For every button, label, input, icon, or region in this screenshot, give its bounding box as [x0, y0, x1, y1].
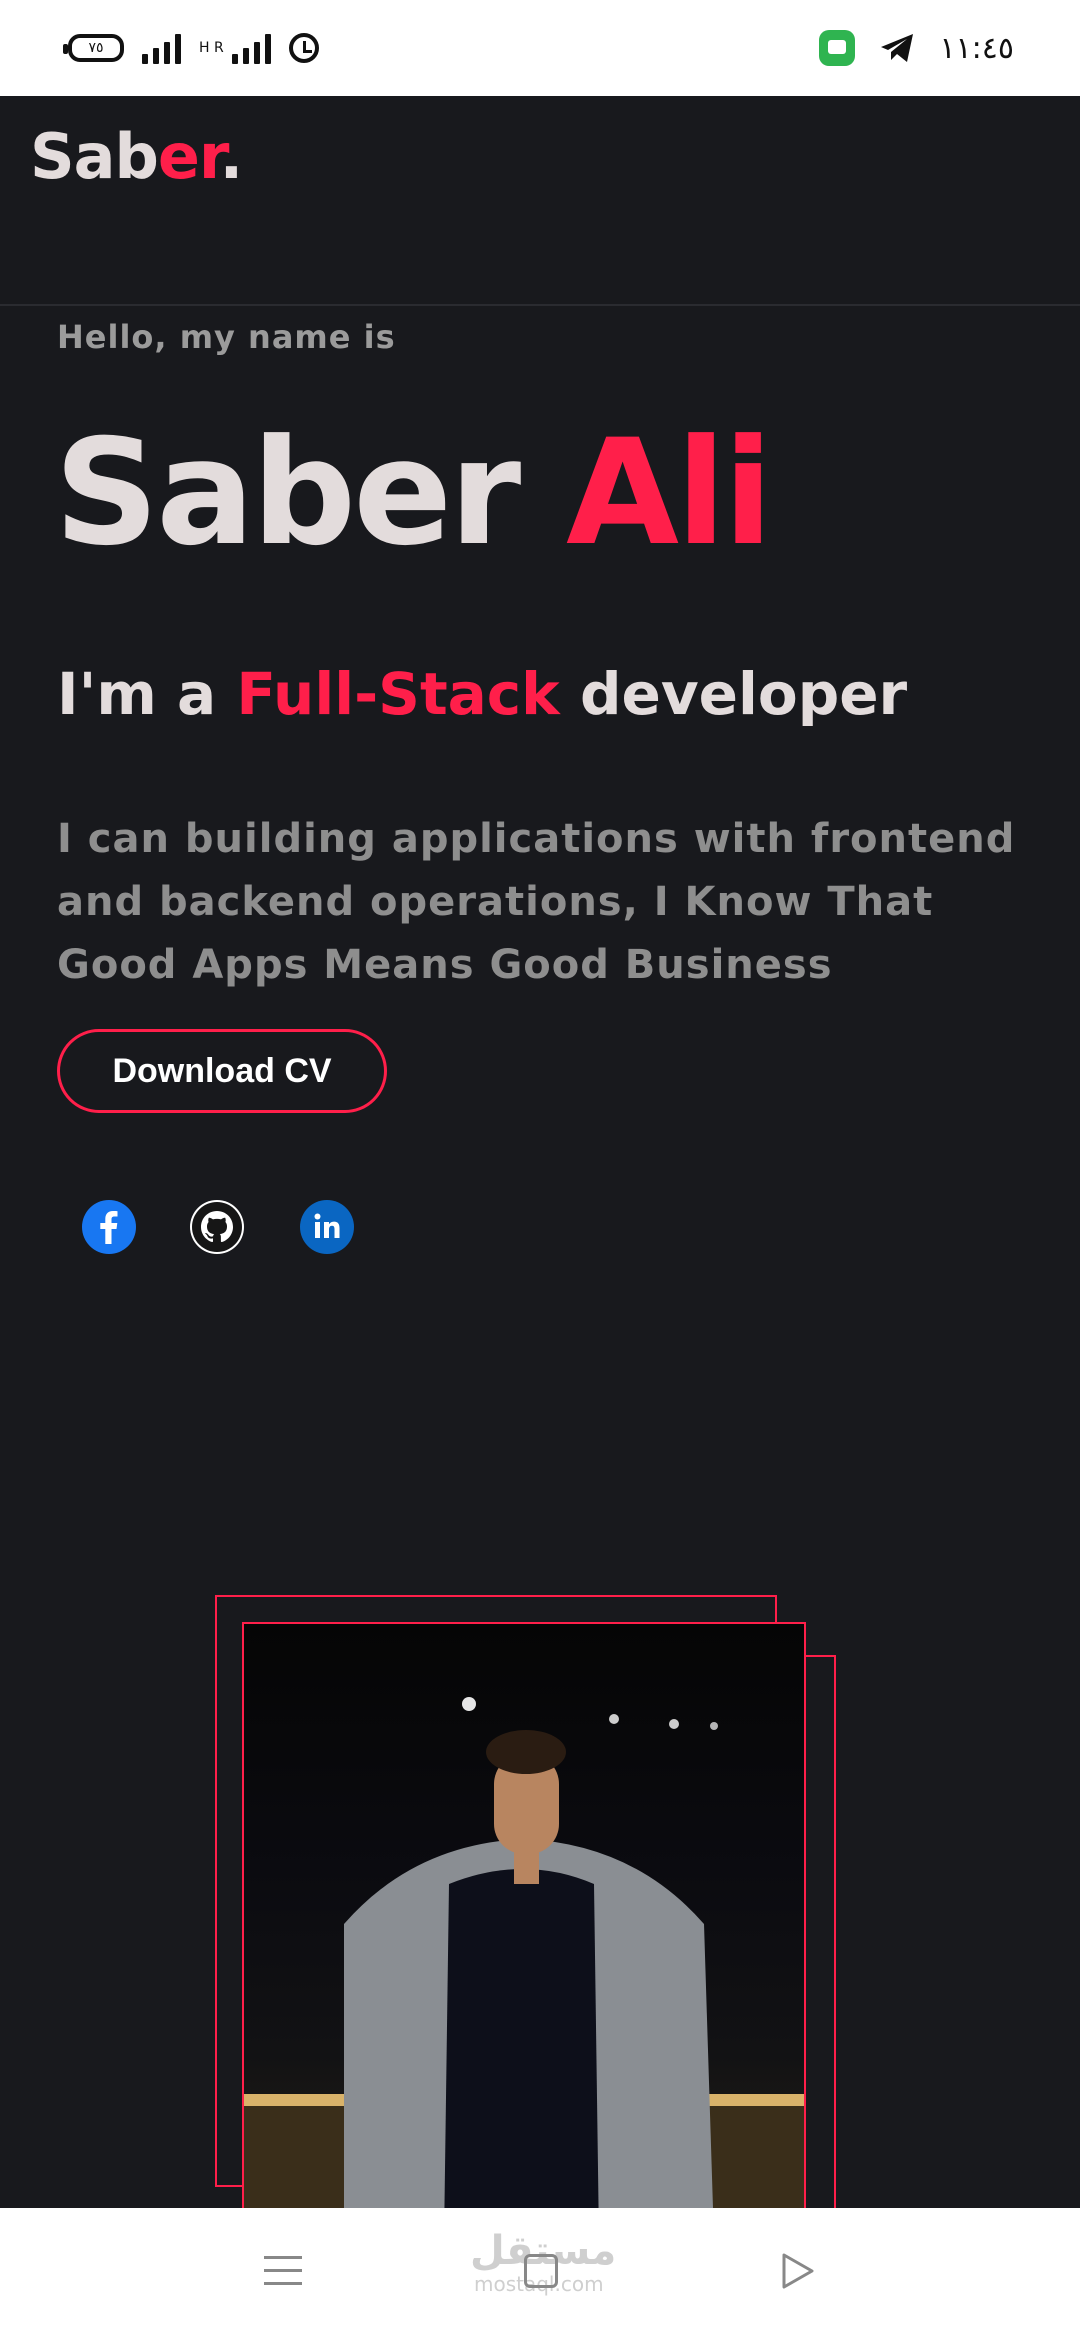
signal-icon [231, 32, 271, 64]
github-icon[interactable] [190, 1200, 244, 1254]
system-nav-bar: مستقل mostaql.com [0, 2208, 1080, 2340]
profile-photo [242, 1622, 806, 2242]
role-prefix: I'm a [57, 660, 217, 728]
battery-level: ٧٥ [88, 40, 104, 56]
role-suffix: developer [579, 660, 908, 728]
photo-frame-side [806, 1655, 836, 2215]
greeting-text: Hello, my name is [57, 318, 396, 356]
first-name: Saber [54, 408, 521, 578]
signal-icon [142, 32, 181, 64]
logo-accent: er [157, 120, 221, 193]
battery-icon: ٧٥ [63, 34, 124, 62]
hero-name: Saber Ali [54, 420, 773, 566]
messages-app-icon [819, 30, 856, 66]
telegram-icon [881, 34, 914, 62]
linkedin-icon[interactable] [300, 1200, 354, 1254]
facebook-icon[interactable] [82, 1200, 136, 1254]
clock: ١١:٤٥ [939, 30, 1014, 66]
site-logo[interactable]: Saber. [30, 120, 244, 193]
status-right: ١١:٤٥ [819, 26, 1014, 70]
alarm-icon [288, 33, 319, 63]
logo-dot: . [219, 120, 244, 193]
network-type-label: H R [199, 40, 224, 56]
status-left: ٧٥ H R [63, 28, 319, 68]
logo-main: Sab [30, 120, 159, 193]
back-icon[interactable] [780, 2252, 816, 2290]
menu-icon[interactable] [264, 2256, 302, 2295]
home-icon[interactable] [524, 2254, 558, 2288]
site-header: Saber. [0, 96, 1080, 306]
role-highlight: Full-Stack [236, 660, 560, 728]
last-name: Ali [566, 408, 773, 578]
download-cv-button[interactable]: Download CV [57, 1029, 387, 1113]
hero-description: I can building applications with fronten… [57, 816, 1016, 988]
status-bar: ٧٥ H R ١١:٤٥ [0, 0, 1080, 96]
role-heading: I'm a Full-Stack developer [57, 660, 907, 728]
